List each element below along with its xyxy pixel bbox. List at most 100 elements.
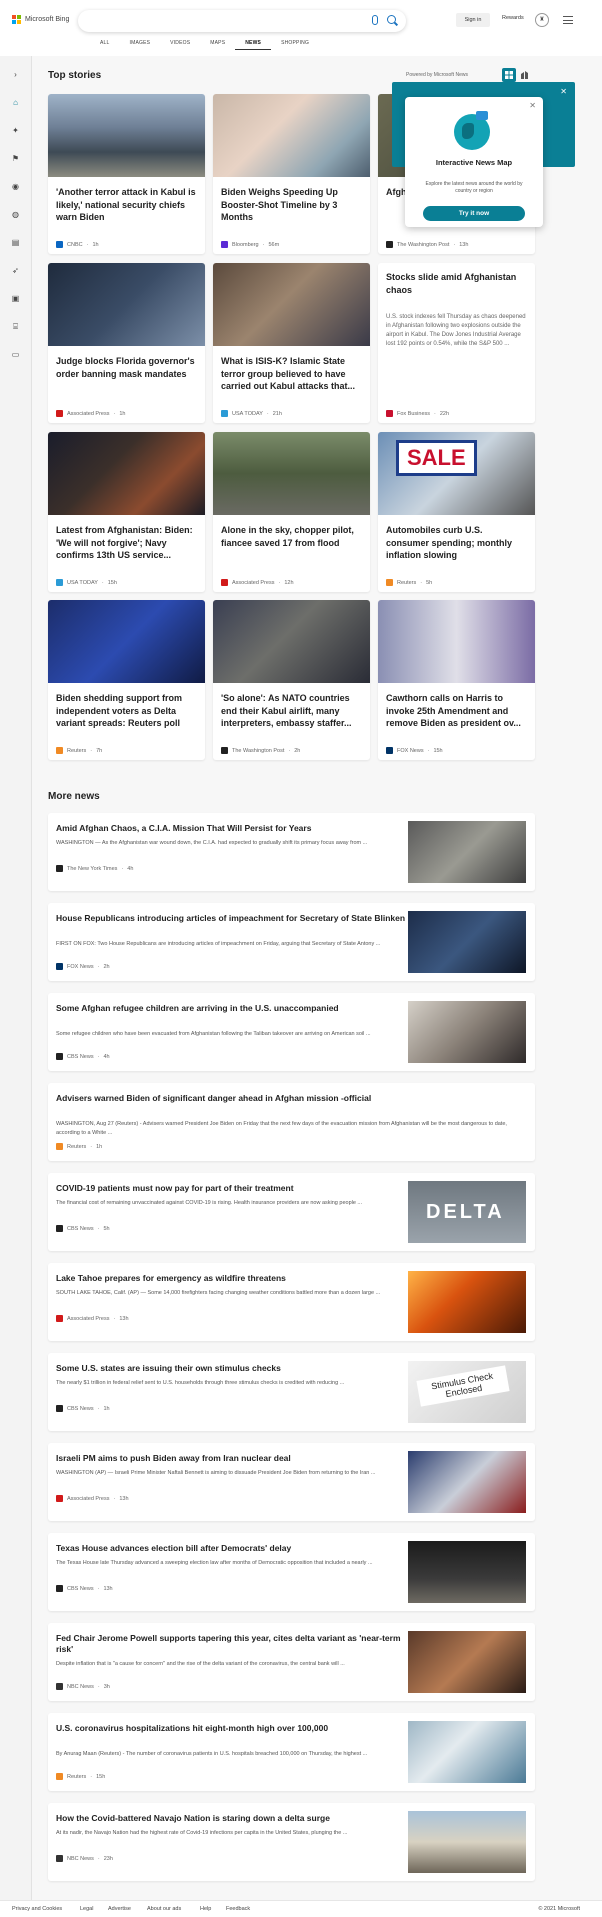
politics-icon[interactable]: ⌸ [11, 322, 20, 331]
source-name[interactable]: USA TODAY [67, 580, 98, 586]
tab-all[interactable]: ALL [90, 40, 120, 50]
sign-in-button[interactable]: Sign in [456, 13, 490, 27]
footer-link-privacy-and-cookies[interactable]: Privacy and Cookies [12, 1906, 62, 1912]
news-list-item[interactable]: COVID-19 patients must now pay for part … [48, 1173, 535, 1251]
grid-view-icon[interactable] [502, 68, 516, 82]
news-item-title[interactable]: Lake Tahoe prepares for emergency as wil… [56, 1273, 406, 1284]
footer-link-about-our-ads[interactable]: About our ads [147, 1906, 181, 1912]
news-card-title[interactable]: Cawthorn calls on Harris to invoke 25th … [386, 692, 528, 730]
news-list-item[interactable]: Amid Afghan Chaos, a C.I.A. Mission That… [48, 813, 535, 891]
source-name[interactable]: Reuters [67, 1144, 86, 1150]
home-icon[interactable]: ⌂ [11, 98, 20, 107]
news-item-thumbnail[interactable] [408, 1631, 526, 1693]
source-name[interactable]: Bloomberg [232, 242, 259, 248]
entertainment-icon[interactable]: ▣ [11, 294, 20, 303]
news-item-title[interactable]: U.S. coronavirus hospitalizations hit ei… [56, 1723, 406, 1734]
tab-videos[interactable]: VIDEOS [160, 40, 200, 50]
source-name[interactable]: Fox Business [397, 411, 430, 417]
bing-logo[interactable]: Microsoft Bing [12, 15, 69, 24]
news-list-item[interactable]: U.S. coronavirus hospitalizations hit ei… [48, 1713, 535, 1791]
news-card[interactable]: Biden shedding support from independent … [48, 600, 205, 760]
source-name[interactable]: Reuters [67, 748, 86, 754]
close-icon[interactable]: ✕ [560, 87, 567, 96]
news-list-item[interactable]: How the Covid-battered Navajo Nation is … [48, 1803, 535, 1881]
business-icon[interactable]: ▤ [11, 238, 20, 247]
rewards-link[interactable]: Rewards [502, 15, 524, 21]
source-name[interactable]: CBS News [67, 1226, 94, 1232]
source-name[interactable]: Reuters [397, 580, 416, 586]
source-name[interactable]: The Washington Post [397, 242, 449, 248]
tab-news[interactable]: NEWS [235, 40, 272, 50]
news-card-image[interactable] [213, 432, 370, 515]
video-icon[interactable]: ▭ [11, 350, 20, 359]
news-list-item[interactable]: Lake Tahoe prepares for emergency as wil… [48, 1263, 535, 1341]
close-icon[interactable]: ✕ [529, 101, 536, 110]
news-item-title[interactable]: Texas House advances election bill after… [56, 1543, 406, 1554]
news-item-thumbnail[interactable] [408, 1271, 526, 1333]
news-card-image[interactable] [213, 263, 370, 346]
news-card-title[interactable]: Biden Weighs Speeding Up Booster-Shot Ti… [221, 186, 363, 224]
news-card[interactable]: Judge blocks Florida governor's order ba… [48, 263, 205, 423]
news-item-title[interactable]: Some U.S. states are issuing their own s… [56, 1363, 406, 1374]
news-card-title[interactable]: Biden shedding support from independent … [56, 692, 198, 730]
tab-images[interactable]: IMAGES [120, 40, 161, 50]
news-item-title[interactable]: Israeli PM aims to push Biden away from … [56, 1453, 406, 1464]
news-card[interactable]: Alone in the sky, chopper pilot, fiancee… [213, 432, 370, 592]
news-card[interactable]: What is ISIS-K? Islamic State terror gro… [213, 263, 370, 423]
news-list-item[interactable]: Fed Chair Jerome Powell supports taperin… [48, 1623, 535, 1701]
menu-icon[interactable] [563, 16, 573, 27]
news-item-title[interactable]: How the Covid-battered Navajo Nation is … [56, 1813, 406, 1824]
news-card[interactable]: 'Another terror attack in Kabul is likel… [48, 94, 205, 254]
news-item-thumbnail[interactable] [408, 1541, 526, 1603]
try-it-now-button[interactable]: Try it now [423, 206, 525, 221]
source-name[interactable]: NBC News [67, 1856, 94, 1862]
news-card-title[interactable]: Automobiles curb U.S. consumer spending;… [386, 524, 528, 562]
news-list-item[interactable]: Advisers warned Biden of significant dan… [48, 1083, 535, 1161]
footer-link-help[interactable]: Help [200, 1906, 211, 1912]
news-item-thumbnail[interactable]: DELTA [408, 1181, 526, 1243]
news-card-image[interactable] [48, 263, 205, 346]
footer-link-feedback[interactable]: Feedback [226, 1906, 250, 1912]
location-icon[interactable]: ◉ [11, 182, 20, 191]
source-name[interactable]: CBS News [67, 1586, 94, 1592]
chevron-right-icon[interactable]: › [11, 70, 20, 79]
flag-icon[interactable]: ⚑ [11, 154, 20, 163]
news-card-title[interactable]: Stocks slide amid Afghanistan chaos [386, 271, 528, 296]
news-list-item[interactable]: Texas House advances election bill after… [48, 1533, 535, 1611]
news-card-title[interactable]: 'So alone': As NATO countries end their … [221, 692, 363, 730]
rocket-icon[interactable]: ➶ [11, 266, 20, 275]
source-name[interactable]: Associated Press [67, 1316, 110, 1322]
source-name[interactable]: CBS News [67, 1054, 94, 1060]
news-list-item[interactable]: Some Afghan refugee children are arrivin… [48, 993, 535, 1071]
news-card-image[interactable] [48, 94, 205, 177]
news-list-item[interactable]: Some U.S. states are issuing their own s… [48, 1353, 535, 1431]
footer-link-advertise[interactable]: Advertise [108, 1906, 131, 1912]
news-item-title[interactable]: Amid Afghan Chaos, a C.I.A. Mission That… [56, 823, 406, 834]
news-card[interactable]: Latest from Afghanistan: Biden: 'We will… [48, 432, 205, 592]
tab-maps[interactable]: MAPS [200, 40, 235, 50]
news-item-thumbnail[interactable] [408, 1001, 526, 1063]
source-name[interactable]: Reuters [67, 1774, 86, 1780]
sparkle-icon[interactable]: ✦ [11, 126, 20, 135]
tab-shopping[interactable]: SHOPPING [271, 40, 319, 50]
source-name[interactable]: Associated Press [67, 1496, 110, 1502]
news-card-image[interactable] [48, 600, 205, 683]
news-card[interactable]: Biden Weighs Speeding Up Booster-Shot Ti… [213, 94, 370, 254]
news-item-title[interactable]: COVID-19 patients must now pay for part … [56, 1183, 406, 1194]
news-list-item[interactable]: Israeli PM aims to push Biden away from … [48, 1443, 535, 1521]
source-name[interactable]: Associated Press [232, 580, 275, 586]
footer-link-legal[interactable]: Legal [80, 1906, 93, 1912]
source-name[interactable]: CNBC [67, 242, 83, 248]
news-card-title[interactable]: Latest from Afghanistan: Biden: 'We will… [56, 524, 198, 562]
news-card-image[interactable] [378, 600, 535, 683]
news-card-title[interactable]: What is ISIS-K? Islamic State terror gro… [221, 355, 363, 393]
news-item-thumbnail[interactable]: Stimulus Check Enclosed [408, 1361, 526, 1423]
rewards-trophy-icon[interactable]: ♜ [535, 13, 549, 27]
news-list-item[interactable]: House Republicans introducing articles o… [48, 903, 535, 981]
news-item-thumbnail[interactable] [408, 1811, 526, 1873]
news-card-image[interactable]: SALE [378, 432, 535, 515]
news-item-thumbnail[interactable] [408, 1721, 526, 1783]
source-name[interactable]: The Washington Post [232, 748, 284, 754]
search-input[interactable] [78, 10, 406, 32]
news-card-image[interactable] [213, 94, 370, 177]
